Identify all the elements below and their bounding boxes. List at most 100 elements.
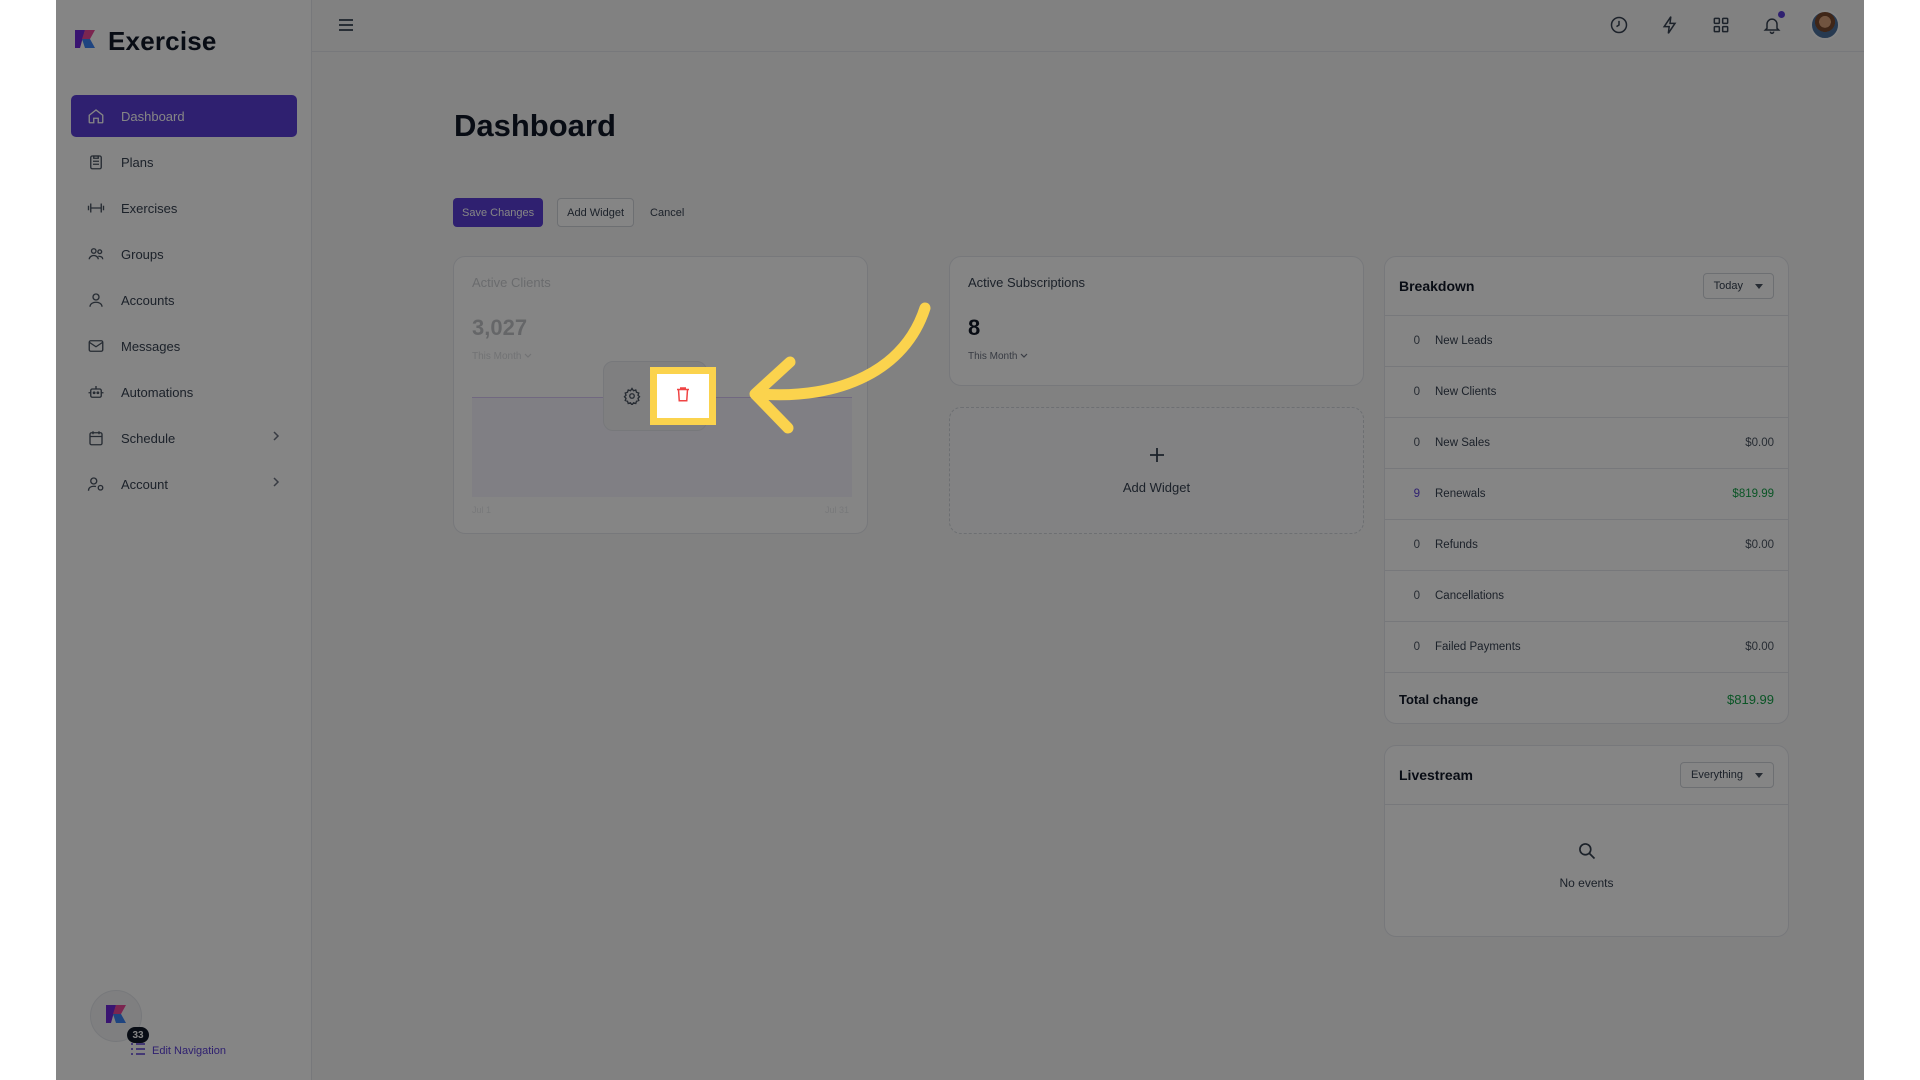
breakdown-row: 0 Failed Payments $0.00	[1385, 622, 1788, 673]
chevron-right-icon	[271, 430, 281, 445]
breakdown-total: Total change $819.99	[1385, 673, 1788, 723]
save-changes-button[interactable]: Save Changes	[453, 198, 544, 227]
breakdown-count: 0	[1413, 590, 1420, 602]
sidebar-item-accounts[interactable]: Accounts	[71, 279, 297, 321]
period-select[interactable]: This Month	[472, 351, 532, 362]
total-value: $819.99	[1727, 691, 1774, 707]
user-avatar[interactable]	[1810, 10, 1840, 40]
apps-grid-icon[interactable]	[1708, 12, 1734, 38]
sidebar-item-groups[interactable]: Groups	[71, 233, 297, 275]
sidebar-item-label: Groups	[121, 246, 164, 262]
empty-state-text: No events	[1559, 876, 1614, 890]
page-title: Dashboard	[454, 108, 616, 143]
sidebar-item-account[interactable]: Account	[71, 463, 297, 505]
breakdown-period-select[interactable]: Today	[1702, 273, 1774, 299]
home-icon	[85, 105, 107, 127]
sidebar-nav: Dashboard Plans Exercises Groups Account…	[71, 95, 297, 509]
sidebar-item-label: Schedule	[121, 430, 176, 446]
users-icon	[85, 243, 107, 265]
cancel-button[interactable]: Cancel	[648, 198, 686, 227]
breakdown-amount: $0.00	[1745, 437, 1774, 449]
livestream-panel: Livestream Everything No events	[1384, 745, 1789, 937]
active-subscriptions-widget[interactable]: Active Subscriptions 8 This Month	[949, 256, 1364, 386]
edit-navigation-link[interactable]: Edit Navigation	[130, 1042, 270, 1059]
breakdown-rows: 0 New Leads 0 New Clients 0 New Sales $0.00 9 Re…	[1385, 316, 1788, 673]
livestream-filter-select[interactable]: Everything	[1680, 762, 1774, 788]
brand-logo-icon	[103, 1001, 129, 1032]
select-value: Today	[1713, 280, 1743, 292]
empty-state: No events	[1385, 841, 1788, 890]
brand-name: Exercise	[108, 26, 217, 56]
sidebar-item-label: Dashboard	[121, 108, 185, 124]
livestream-title: Livestream	[1399, 767, 1473, 783]
breakdown-count: 0	[1413, 641, 1420, 653]
dumbbell-icon	[85, 197, 107, 219]
breakdown-amount: $0.00	[1745, 641, 1774, 653]
breakdown-row: 0 New Sales $0.00	[1385, 418, 1788, 469]
breakdown-label: Refunds	[1435, 539, 1478, 551]
edit-navigation-label: Edit Navigation	[152, 1044, 226, 1057]
breakdown-count: 0	[1413, 539, 1420, 551]
sidebar: Exercise Dashboard Plans Exercises Group…	[56, 0, 312, 1080]
breakdown-count: 0	[1413, 335, 1420, 347]
chevron-right-icon	[271, 476, 281, 491]
breakdown-title: Breakdown	[1399, 278, 1475, 294]
workspace-avatar[interactable]: 33	[90, 990, 149, 1043]
sidebar-item-messages[interactable]: Messages	[71, 325, 297, 367]
notification-dot	[1778, 11, 1785, 18]
breakdown-count: 0	[1413, 386, 1420, 398]
breakdown-label: New Leads	[1435, 335, 1493, 347]
delete-widget-highlight	[650, 367, 716, 425]
widget-label: Active Clients	[472, 275, 551, 290]
caret-down-icon	[1755, 283, 1763, 289]
notification-count-badge: 33	[127, 1027, 149, 1043]
period-label: This Month	[472, 351, 522, 362]
x-tick-end: Jul 31	[824, 505, 849, 515]
breakdown-row: 0 Cancellations	[1385, 571, 1788, 622]
top-bar-actions	[1606, 10, 1840, 40]
breakdown-header: Breakdown Today	[1385, 257, 1788, 316]
mail-icon	[85, 335, 107, 357]
period-select[interactable]: This Month	[968, 351, 1028, 362]
app-window: Exercise Dashboard Plans Exercises Group…	[56, 0, 1864, 1080]
sidebar-item-exercises[interactable]: Exercises	[71, 187, 297, 229]
sidebar-item-schedule[interactable]: Schedule	[71, 417, 297, 459]
breakdown-label: New Clients	[1435, 386, 1497, 398]
delete-widget-button[interactable]	[657, 374, 709, 418]
breakdown-amount: $819.99	[1732, 488, 1774, 500]
robot-icon	[85, 381, 107, 403]
lightning-icon[interactable]	[1657, 12, 1683, 38]
calendar-icon	[85, 427, 107, 449]
sidebar-item-plans[interactable]: Plans	[71, 141, 297, 183]
x-tick-start: Jul 1	[472, 505, 492, 515]
sidebar-item-dashboard[interactable]: Dashboard	[71, 95, 297, 137]
breakdown-amount: $0.00	[1745, 539, 1774, 551]
clock-icon[interactable]	[1606, 12, 1632, 38]
gear-icon[interactable]	[621, 385, 643, 407]
menu-icon[interactable]	[336, 15, 356, 40]
breakdown-label: Failed Payments	[1435, 641, 1521, 653]
select-value: Everything	[1691, 769, 1743, 781]
total-label: Total change	[1399, 691, 1479, 707]
sidebar-footer: 33 Edit Navigation	[90, 990, 226, 1057]
add-widget-placeholder[interactable]: Add Widget	[949, 407, 1364, 534]
user-settings-icon	[85, 473, 107, 495]
sidebar-item-automations[interactable]: Automations	[71, 371, 297, 413]
top-bar	[312, 0, 1864, 52]
breakdown-row: 0 New Leads	[1385, 316, 1788, 367]
widget-value: 8	[968, 315, 981, 340]
bell-icon[interactable]	[1759, 11, 1785, 38]
widget-value: 3,027	[472, 315, 528, 340]
caret-down-icon	[1755, 772, 1763, 778]
breakdown-count: 0	[1413, 437, 1420, 449]
breakdown-count: 9	[1413, 488, 1420, 500]
chevron-down-icon	[524, 351, 532, 362]
brand[interactable]: Exercise	[72, 26, 217, 57]
breakdown-panel: Breakdown Today 0 New Leads 0 New Clients 0 N…	[1384, 256, 1789, 724]
sidebar-item-label: Accounts	[121, 292, 175, 308]
breakdown-label: New Sales	[1435, 437, 1490, 449]
sidebar-item-label: Exercises	[121, 200, 178, 216]
breakdown-row: 0 New Clients	[1385, 367, 1788, 418]
add-widget-button[interactable]: Add Widget	[557, 198, 635, 227]
period-label: This Month	[968, 351, 1018, 362]
